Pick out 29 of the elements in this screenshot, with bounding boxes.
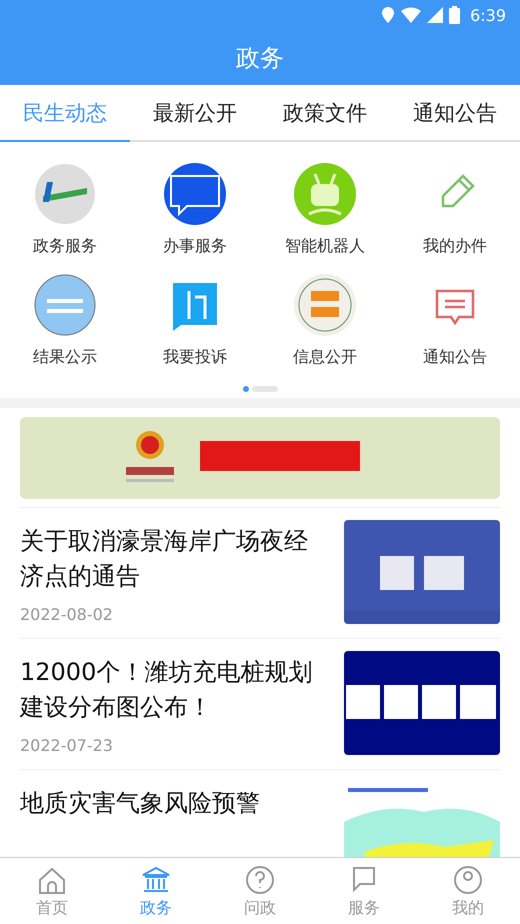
category-tab[interactable]: 通知公告 <box>390 85 520 142</box>
category-tab[interactable]: 政策文件 <box>260 85 390 142</box>
service-logo-icon <box>33 162 97 226</box>
info-badge-icon <box>293 273 357 337</box>
news-title[interactable]: 关于取消濠景海岸广场夜经济点的通告 <box>20 520 330 594</box>
service-label[interactable]: 通知公告 <box>423 347 487 368</box>
news-date: 2022-07-23 <box>20 736 114 755</box>
signal-icon <box>427 7 444 23</box>
service-label[interactable]: 智能机器人 <box>285 236 365 257</box>
location-icon <box>381 6 396 24</box>
service-label[interactable]: 我的办件 <box>423 236 487 257</box>
service-label[interactable]: 办事服务 <box>163 236 227 257</box>
clock-time: 6:39 <box>470 6 506 24</box>
news-title[interactable]: 地质灾害气象风险预警 <box>20 782 330 821</box>
page-title: 政务 <box>236 42 284 74</box>
service-label[interactable]: 信息公开 <box>293 347 357 368</box>
user-icon <box>452 864 484 896</box>
category-tab[interactable]: 最新公开 <box>130 85 260 142</box>
service-label[interactable]: 结果公示 <box>33 347 97 368</box>
notice-icon <box>33 273 97 337</box>
news-title[interactable]: 12000个！潍坊充电桩规划建设分布图公布！ <box>20 651 330 725</box>
wifi-icon <box>401 7 422 23</box>
robot-icon <box>293 162 357 226</box>
question-icon <box>244 864 276 896</box>
news-date: 2022-08-02 <box>20 605 114 624</box>
battery-icon <box>449 6 460 24</box>
service-label[interactable]: 政务服务 <box>33 236 97 257</box>
chat-bubble-icon <box>163 162 227 226</box>
service-label[interactable]: 我要投诉 <box>163 347 227 368</box>
